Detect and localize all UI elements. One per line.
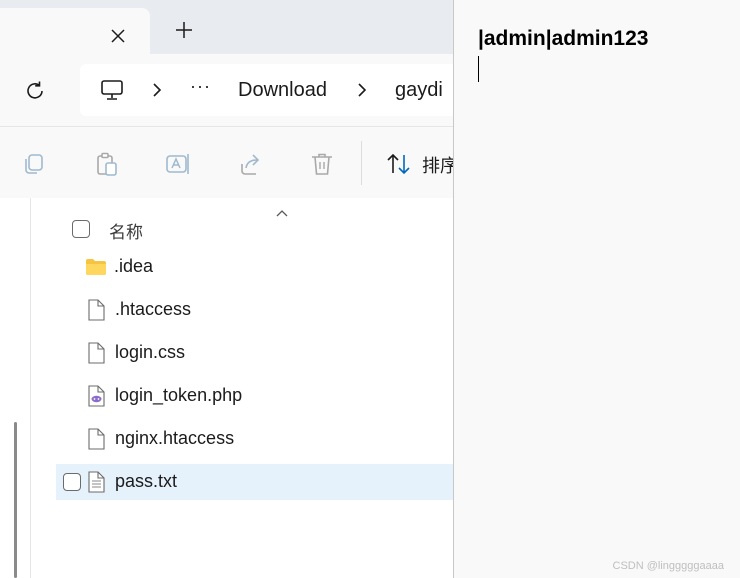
address-bar[interactable]: ··· Download gaydi [80,64,460,116]
php-file-icon [88,385,105,407]
share-icon[interactable] [238,151,264,177]
chevron-right-icon[interactable] [150,82,164,98]
navigation-pane-scrollbar[interactable] [14,422,17,578]
close-icon[interactable] [108,26,128,46]
folder-icon [86,259,106,275]
file-name: .htaccess [115,299,192,319]
file-icon [88,342,105,364]
paste-icon[interactable] [94,151,120,177]
command-bar: 排序 [0,126,458,200]
sort-icon[interactable] [386,153,412,175]
column-header-name[interactable]: 名称 [109,218,143,243]
text-cursor [478,56,479,82]
file-name: login_token.php [115,385,243,405]
file-name: login.css [115,342,186,362]
copy-icon[interactable] [21,151,47,177]
toolbar-divider [361,141,362,185]
notepad-window: |admin|admin123 CSDN @lingggggaaaa [453,0,740,578]
refresh-icon[interactable] [24,80,46,102]
address-row: ··· Download gaydi [0,54,460,126]
row-checkbox[interactable] [63,473,81,491]
breadcrumb-download[interactable]: Download [238,79,327,102]
file-row-pass-txt[interactable]: pass.txt [56,464,453,500]
rename-icon[interactable] [165,151,191,177]
file-icon [88,299,105,321]
file-name: nginx.htaccess [115,428,235,448]
breadcrumb-gaydi[interactable]: gaydi [395,79,443,102]
text-file-icon [88,471,105,493]
watermark: CSDN @lingggggaaaa [612,560,724,572]
file-list-pane: 名称 .idea .htaccess login.css login_token… [0,198,453,578]
file-row-login-token-php[interactable]: login_token.php [56,378,453,414]
file-row-login-css[interactable]: login.css [56,335,453,371]
breadcrumb-overflow[interactable]: ··· [190,76,211,97]
select-all-checkbox[interactable] [72,220,90,238]
sort-ascending-caret-icon [276,210,288,217]
navigation-pane-border [30,198,31,578]
plus-icon[interactable] [174,20,194,40]
file-name: pass.txt [115,471,178,491]
delete-icon[interactable] [309,151,335,177]
file-name: .idea [114,256,154,276]
file-row-nginx-htaccess[interactable]: nginx.htaccess [56,421,453,457]
active-tab[interactable] [0,8,150,54]
file-icon [88,428,105,450]
chevron-right-icon[interactable] [355,82,369,98]
file-row-htaccess[interactable]: .htaccess [56,292,453,328]
computer-icon[interactable] [100,78,124,102]
notepad-text-content[interactable]: |admin|admin123 [478,27,648,51]
file-row-idea[interactable]: .idea [56,249,453,285]
tab-strip [0,0,453,54]
